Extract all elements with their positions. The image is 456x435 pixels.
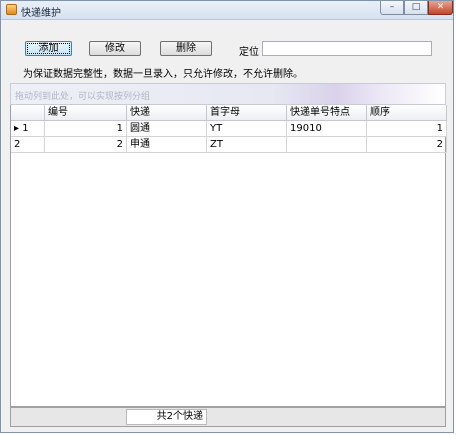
notice-text: 为保证数据完整性，数据一旦录入，只允许修改，不允许删除。 [23,69,303,80]
maximize-button[interactable]: □ [404,1,428,15]
cell-courier[interactable]: 圆通 [127,121,207,137]
row-number: 1 [22,123,29,134]
row-header-corner [11,105,45,121]
data-grid[interactable]: 编号 快递 首字母 快递单号特点 顺序 ▸ 1 1 圆通 YT 19010 1 … [10,105,447,407]
close-button[interactable]: ✕ [428,1,453,15]
grid-footer: 共2个快递 [10,407,446,427]
minimize-button[interactable]: – [380,1,404,15]
row-number-cell[interactable]: 2 [11,137,45,153]
cell-courier[interactable]: 申通 [127,137,207,153]
locate-label: 定位 [239,47,259,58]
row-number-cell[interactable]: ▸ 1 [11,121,45,137]
edit-button[interactable]: 修改 [89,41,141,56]
main-window: 快递维护 – □ ✕ 添加 修改 删除 定位 为保证数据完整性，数据一旦录入，只… [0,0,454,433]
table-row[interactable]: 2 2 申通 ZT 2 [11,137,447,153]
window-title: 快递维护 [21,8,61,19]
column-header-id[interactable]: 编号 [45,105,127,121]
locate-input[interactable] [262,41,432,56]
group-hint: 拖动列到此处，可以实现按列分组 [15,92,151,102]
column-header-order[interactable]: 顺序 [367,105,447,121]
cell-id[interactable]: 2 [45,137,127,153]
cell-tracking-feature[interactable] [287,137,367,153]
cell-tracking-feature[interactable]: 19010 [287,121,367,137]
column-header-courier[interactable]: 快递 [127,105,207,121]
cell-id[interactable]: 1 [45,121,127,137]
group-by-panel[interactable]: 拖动列到此处，可以实现按列分组 [10,83,446,105]
cell-initial[interactable]: ZT [207,137,287,153]
add-button[interactable]: 添加 [25,41,72,56]
cell-initial[interactable]: YT [207,121,287,137]
column-header-initial[interactable]: 首字母 [207,105,287,121]
delete-button[interactable]: 删除 [160,41,212,56]
column-header-tracking-feature[interactable]: 快递单号特点 [287,105,367,121]
row-number: 2 [14,139,21,150]
cell-order[interactable]: 1 [367,121,447,137]
summary-count: 共2个快递 [126,409,207,425]
app-icon [6,4,17,15]
table-row[interactable]: ▸ 1 1 圆通 YT 19010 1 [11,121,447,137]
title-bar[interactable]: 快递维护 – □ ✕ [1,1,453,20]
cell-order[interactable]: 2 [367,137,447,153]
current-row-indicator-icon: ▸ [14,123,20,134]
grid-header-row: 编号 快递 首字母 快递单号特点 顺序 [11,105,447,121]
